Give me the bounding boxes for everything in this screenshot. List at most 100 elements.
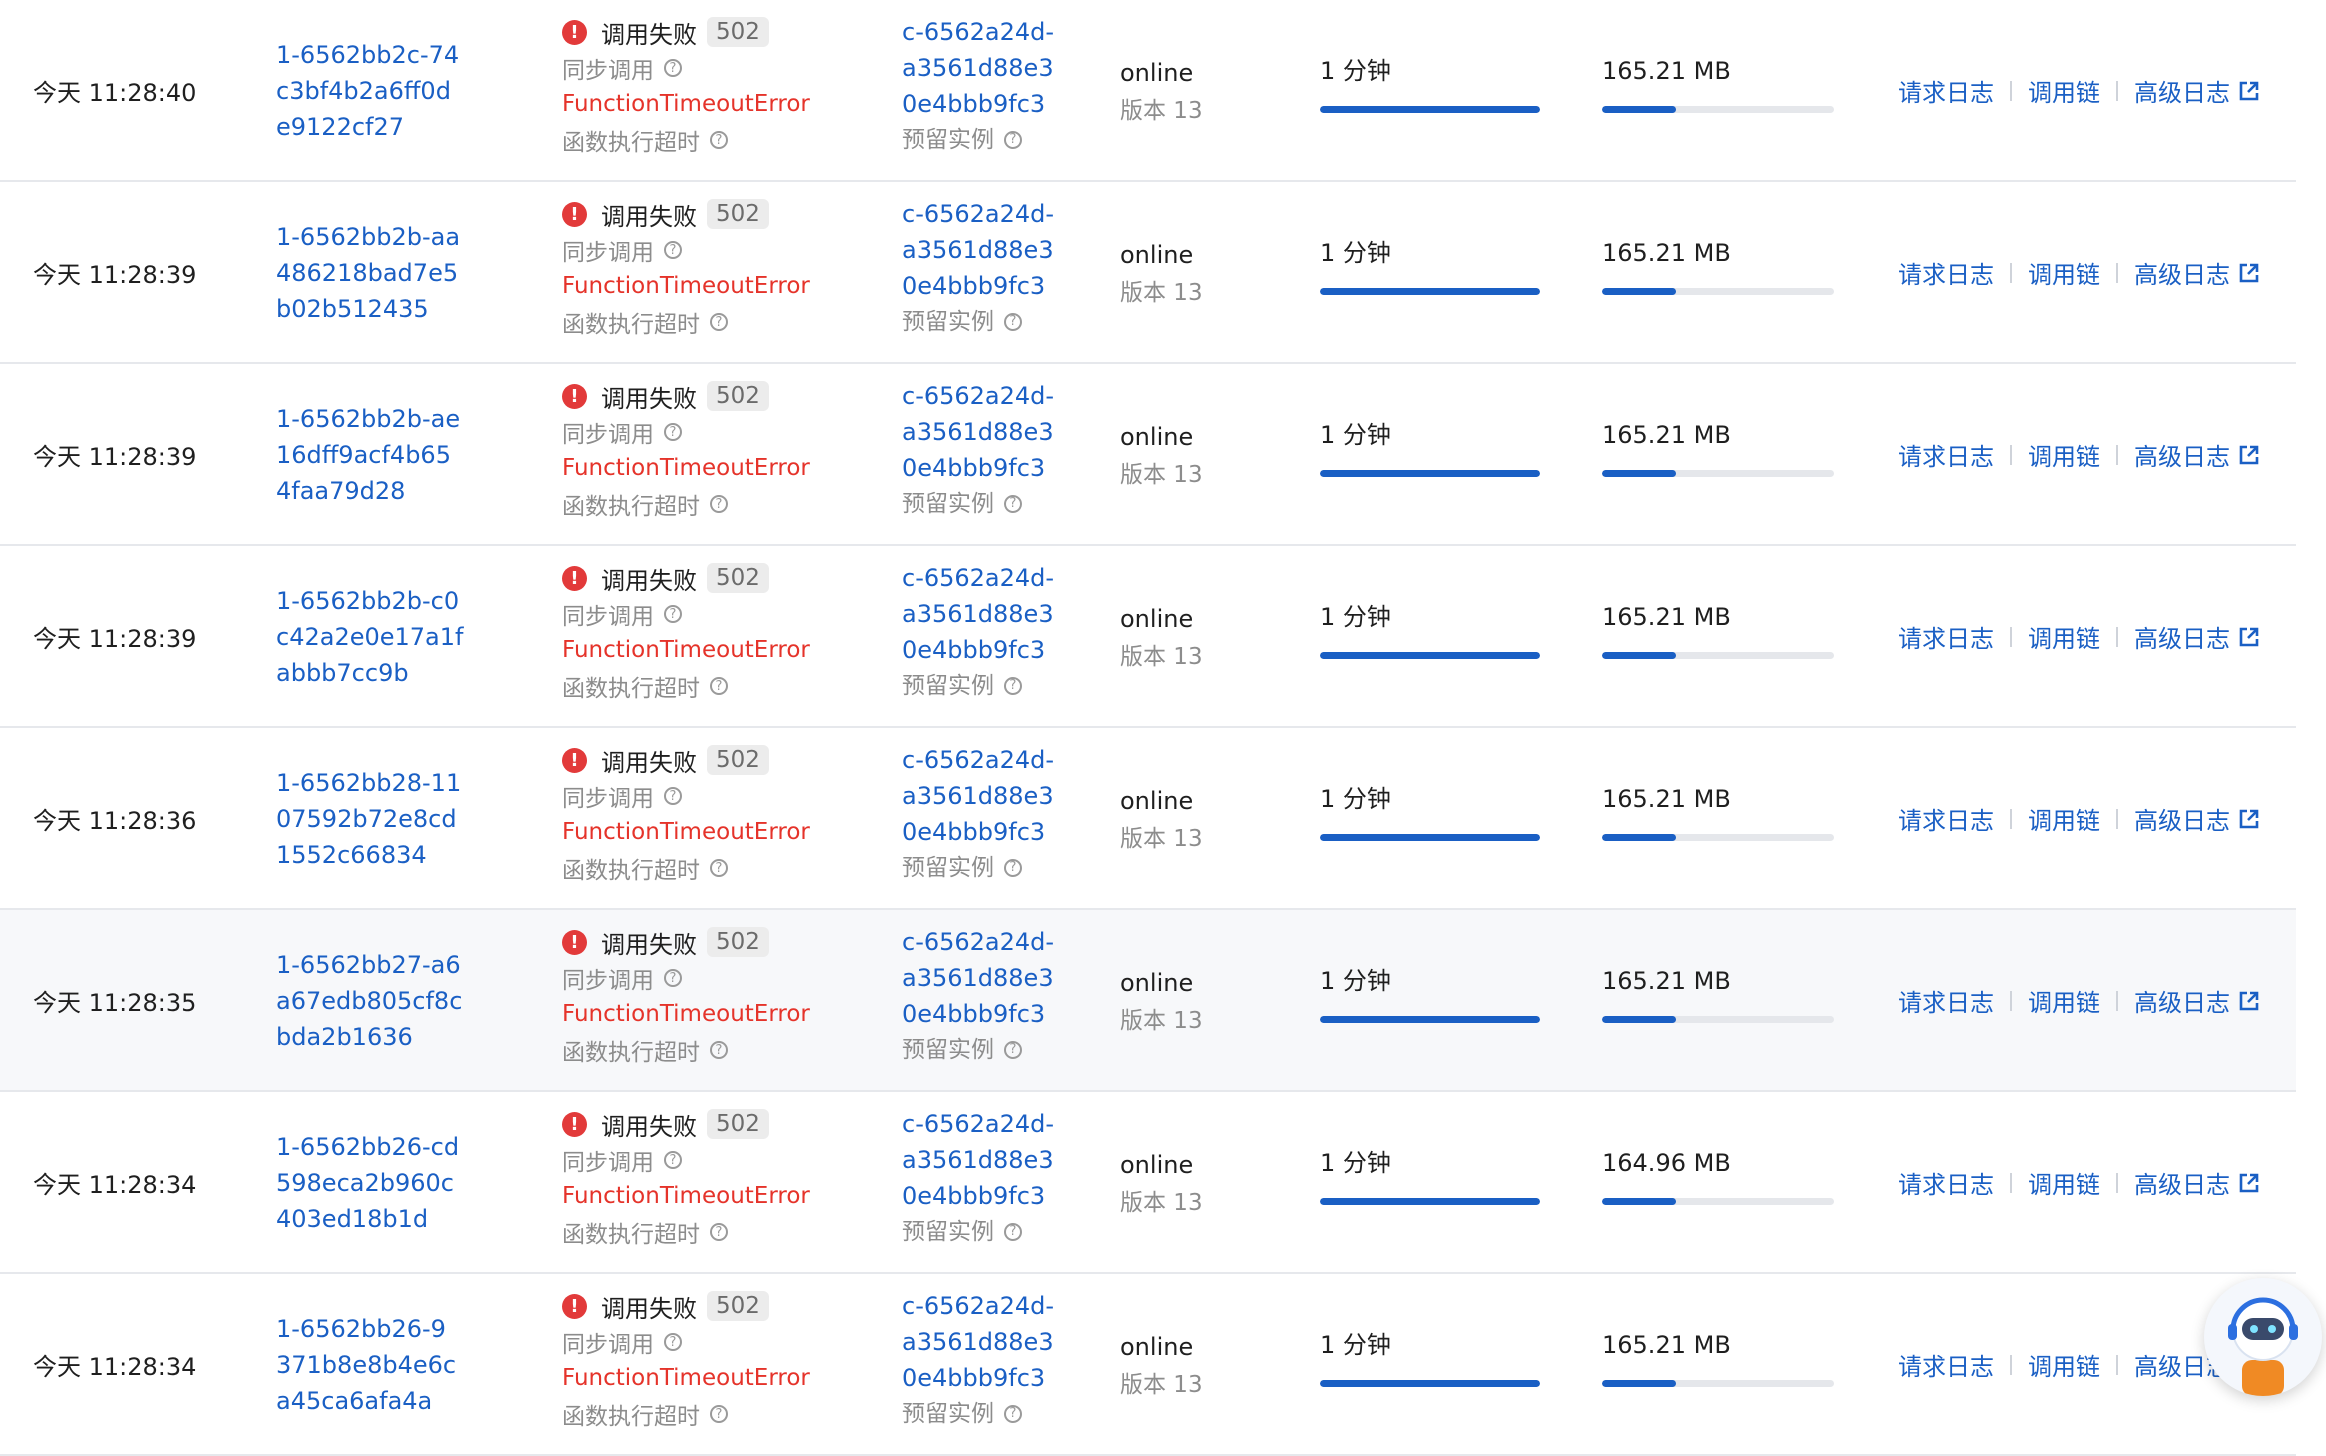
question-circle-icon[interactable]: ?	[664, 1151, 682, 1169]
duration-progress-bar	[1320, 288, 1540, 295]
question-circle-icon[interactable]: ?	[710, 1405, 728, 1423]
request-id-link[interactable]: 1-6562bb2b-c0 c42a2e0e17a1f abbb7cc9b	[276, 583, 463, 691]
question-circle-icon[interactable]: ?	[664, 787, 682, 805]
duration-progress-bar	[1320, 652, 1540, 659]
instance-id-link[interactable]: c-6562a24d- a3561d88e3 0e4bbb9fc3	[902, 14, 1112, 122]
advanced-log-link[interactable]: 高级日志	[2134, 801, 2230, 836]
invoke-type: 同步调用	[562, 786, 654, 812]
version-number: 版本 13	[1120, 98, 1203, 124]
advanced-log-link[interactable]: 高级日志	[2134, 437, 2230, 472]
external-link-icon[interactable]	[2238, 80, 2260, 102]
instance-id-link[interactable]: c-6562a24d- a3561d88e3 0e4bbb9fc3	[902, 1106, 1112, 1214]
trace-link[interactable]: 调用链	[2028, 255, 2100, 290]
trace-link[interactable]: 调用链	[2028, 801, 2100, 836]
request-log-link[interactable]: 请求日志	[1898, 437, 1994, 472]
status-text: 调用失败	[601, 202, 697, 231]
table-row: 今天 11:28:39 1-6562bb2b-aa 486218bad7e5 b…	[0, 182, 2296, 364]
external-link-icon[interactable]	[2238, 808, 2260, 830]
external-link-icon[interactable]	[2238, 990, 2260, 1012]
invoke-type: 同步调用	[562, 1150, 654, 1176]
external-link-icon[interactable]	[2238, 626, 2260, 648]
question-circle-icon[interactable]: ?	[710, 859, 728, 877]
instance-id-link[interactable]: c-6562a24d- a3561d88e3 0e4bbb9fc3	[902, 560, 1112, 668]
request-log-link[interactable]: 请求日志	[1898, 801, 1994, 836]
instance-id-link[interactable]: c-6562a24d- a3561d88e3 0e4bbb9fc3	[902, 378, 1112, 486]
instance-cell: c-6562a24d- a3561d88e3 0e4bbb9fc3 预留实例 ?	[902, 924, 1112, 1068]
request-log-link[interactable]: 请求日志	[1898, 255, 1994, 290]
request-id-part: 4faa79d28	[276, 477, 406, 505]
question-circle-icon[interactable]: ?	[664, 241, 682, 259]
question-circle-icon[interactable]: ?	[1004, 1041, 1022, 1059]
request-log-link[interactable]: 请求日志	[1898, 983, 1994, 1018]
assistant-robot-icon[interactable]	[2204, 1278, 2322, 1396]
question-circle-icon[interactable]: ?	[664, 59, 682, 77]
question-circle-icon[interactable]: ?	[1004, 1405, 1022, 1423]
request-log-link[interactable]: 请求日志	[1898, 619, 1994, 654]
status-code-badge: 502	[707, 563, 769, 593]
question-circle-icon[interactable]: ?	[664, 969, 682, 987]
question-circle-icon[interactable]: ?	[710, 495, 728, 513]
instance-id-link[interactable]: c-6562a24d- a3561d88e3 0e4bbb9fc3	[902, 742, 1112, 850]
question-circle-icon[interactable]: ?	[1004, 1223, 1022, 1241]
trace-link[interactable]: 调用链	[2028, 437, 2100, 472]
instance-id-part: c-6562a24d-	[902, 928, 1055, 956]
question-circle-icon[interactable]: ?	[710, 1223, 728, 1241]
request-log-link[interactable]: 请求日志	[1898, 1165, 1994, 1200]
memory-progress-fill	[1602, 834, 1677, 841]
question-circle-icon[interactable]: ?	[1004, 131, 1022, 149]
question-circle-icon[interactable]: ?	[1004, 677, 1022, 695]
request-id-link[interactable]: 1-6562bb28-11 07592b72e8cd 1552c66834	[276, 765, 461, 873]
instance-id-link[interactable]: c-6562a24d- a3561d88e3 0e4bbb9fc3	[902, 924, 1112, 1032]
trace-link[interactable]: 调用链	[2028, 73, 2100, 108]
request-id-link[interactable]: 1-6562bb2c-74 c3bf4b2a6ff0d e9122cf27	[276, 37, 459, 145]
instance-id-link[interactable]: c-6562a24d- a3561d88e3 0e4bbb9fc3	[902, 196, 1112, 304]
external-link-icon[interactable]	[2238, 444, 2260, 466]
invocation-time: 今天 11:28:39	[33, 625, 197, 653]
version-number: 版本 13	[1120, 1372, 1203, 1398]
error-circle-icon: !	[562, 201, 587, 227]
error-name: FunctionTimeoutError	[562, 91, 810, 117]
memory-label: 165.21 MB	[1602, 239, 1731, 267]
request-id-link[interactable]: 1-6562bb2b-aa 486218bad7e5 b02b512435	[276, 219, 460, 327]
question-circle-icon[interactable]: ?	[1004, 495, 1022, 513]
divider	[2010, 990, 2012, 1011]
advanced-log-link[interactable]: 高级日志	[2134, 983, 2230, 1018]
external-link-icon[interactable]	[2238, 262, 2260, 284]
advanced-log-link[interactable]: 高级日志	[2134, 255, 2230, 290]
advanced-log-link[interactable]: 高级日志	[2134, 619, 2230, 654]
question-circle-icon[interactable]: ?	[1004, 859, 1022, 877]
question-circle-icon[interactable]: ?	[710, 1041, 728, 1059]
instance-id-link[interactable]: c-6562a24d- a3561d88e3 0e4bbb9fc3	[902, 1288, 1112, 1396]
question-circle-icon[interactable]: ?	[710, 313, 728, 331]
request-id-link[interactable]: 1-6562bb27-a6 a67edb805cf8c bda2b1636	[276, 947, 462, 1055]
question-circle-icon[interactable]: ?	[664, 423, 682, 441]
question-circle-icon[interactable]: ?	[710, 131, 728, 149]
version-cell: online 版本 13	[1120, 1328, 1203, 1404]
trace-link[interactable]: 调用链	[2028, 1347, 2100, 1382]
advanced-log-link[interactable]: 高级日志	[2134, 1165, 2230, 1200]
duration-cell: 1 分钟	[1320, 782, 1540, 841]
request-log-link[interactable]: 请求日志	[1898, 1347, 1994, 1382]
trace-link[interactable]: 调用链	[2028, 983, 2100, 1018]
question-circle-icon[interactable]: ?	[664, 1333, 682, 1351]
version-status: online	[1120, 241, 1194, 269]
request-id-link[interactable]: 1-6562bb26-cd 598eca2b960c 403ed18b1d	[276, 1129, 459, 1237]
memory-cell: 165.21 MB	[1602, 964, 1834, 1023]
request-log-link[interactable]: 请求日志	[1898, 73, 1994, 108]
request-id-part: 1-6562bb26-9	[276, 1315, 446, 1343]
error-circle-icon: !	[562, 929, 587, 955]
duration-label: 1 分钟	[1320, 785, 1391, 813]
instance-id-part: 0e4bbb9fc3	[902, 818, 1046, 846]
external-link-icon[interactable]	[2238, 1172, 2260, 1194]
request-id-part: 1-6562bb2b-c0	[276, 587, 460, 615]
request-id-link[interactable]: 1-6562bb26-9 371b8e8b4e6c a45ca6afa4a	[276, 1311, 456, 1419]
advanced-log-link[interactable]: 高级日志	[2134, 73, 2230, 108]
question-circle-icon[interactable]: ?	[710, 677, 728, 695]
table-row: 今天 11:28:36 1-6562bb28-11 07592b72e8cd 1…	[0, 728, 2296, 910]
request-id-link[interactable]: 1-6562bb2b-ae 16dff9acf4b65 4faa79d28	[276, 401, 460, 509]
trace-link[interactable]: 调用链	[2028, 619, 2100, 654]
trace-link[interactable]: 调用链	[2028, 1165, 2100, 1200]
question-circle-icon[interactable]: ?	[664, 605, 682, 623]
divider	[2116, 1172, 2118, 1193]
question-circle-icon[interactable]: ?	[1004, 313, 1022, 331]
